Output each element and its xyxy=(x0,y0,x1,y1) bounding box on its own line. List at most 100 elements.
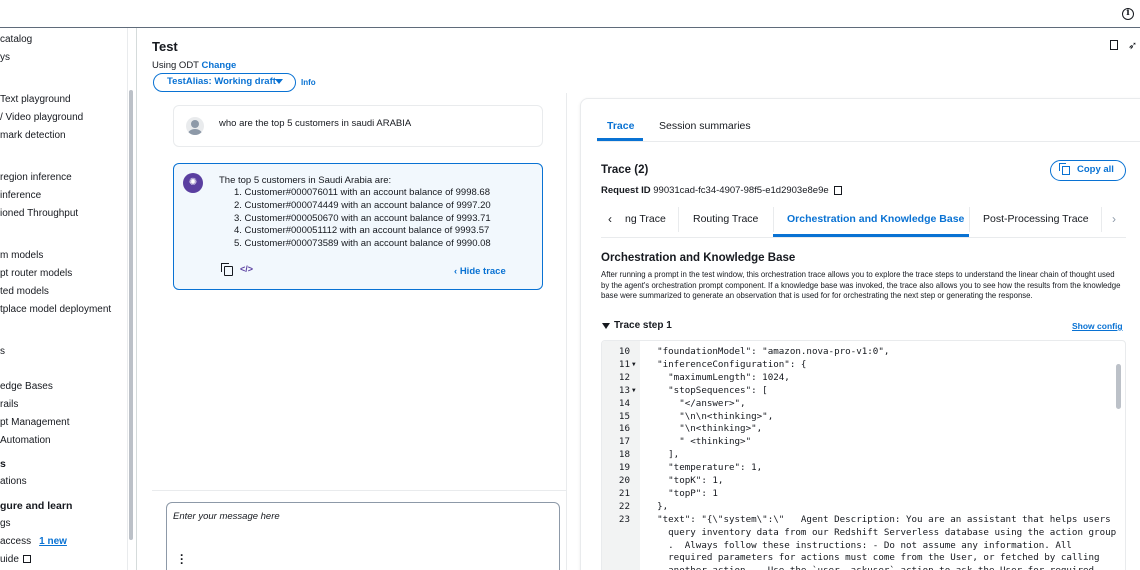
sidebar-item[interactable]: ted models xyxy=(0,286,49,297)
subtab-routing[interactable]: Routing Trace xyxy=(693,213,758,225)
sidebar-item-label: m models xyxy=(0,250,44,261)
sidebar-item-label: ted models xyxy=(0,286,49,297)
sidebar-item[interactable]: access 1 new xyxy=(0,536,67,547)
info-icon[interactable]: i xyxy=(1122,8,1134,20)
section-description: After running a prompt in the test windo… xyxy=(601,270,1121,300)
sidebar-item-label: ys xyxy=(0,52,10,63)
sidebar-item[interactable]: pt router models xyxy=(0,268,72,279)
sidebar-item[interactable]: ations xyxy=(0,476,27,487)
trace-title: Trace (2) xyxy=(601,164,649,176)
sidebar-item[interactable]: edge Bases xyxy=(0,381,53,392)
user-avatar-icon xyxy=(186,117,204,135)
sidebar-item[interactable]: inference xyxy=(0,190,41,201)
using-odt-text: Using ODT Change xyxy=(152,60,236,71)
code-text: "stopSequences": [ xyxy=(646,384,768,396)
list-item: 1. Customer#000076011 with an account ba… xyxy=(234,187,490,198)
send-icon[interactable]: ➶ xyxy=(1128,39,1137,52)
subtab-postprocessing[interactable]: Post-Processing Trace xyxy=(983,213,1089,225)
sidebar-item-label: ations xyxy=(0,476,27,487)
code-text: another action. - Use the `user__askuser… xyxy=(646,564,1094,570)
sidebar-item[interactable]: uide xyxy=(0,554,31,565)
sidebar-item-label: access xyxy=(0,536,32,547)
scroll-left-icon[interactable]: ‹ xyxy=(608,212,612,226)
message-input[interactable]: Enter your message here xyxy=(166,502,560,570)
trace-step-label[interactable]: Trace step 1 xyxy=(614,320,672,331)
sidebar-item[interactable]: pt Management xyxy=(0,417,70,428)
list-item: 3. Customer#000050670 with an account ba… xyxy=(234,212,491,224)
tab-session-summaries[interactable]: Session summaries xyxy=(659,120,751,132)
copy-all-button[interactable]: Copy all xyxy=(1050,160,1126,181)
sidebar-item-label: Automation xyxy=(0,435,51,446)
more-options-icon[interactable]: · · · xyxy=(180,549,184,569)
sidebar-item[interactable]: tplace model deployment xyxy=(0,304,111,315)
subtab-preprocessing[interactable]: ng Trace xyxy=(625,213,666,225)
caret-down-icon[interactable] xyxy=(602,323,610,329)
sidebar-item-label: s xyxy=(0,346,5,357)
document-icon[interactable] xyxy=(1110,40,1118,50)
agent-avatar-icon: ✺ xyxy=(183,173,203,193)
tab-trace[interactable]: Trace xyxy=(607,120,634,132)
sidebar-item[interactable]: s xyxy=(0,346,5,357)
code-text: "inferenceConfiguration": { xyxy=(646,358,807,370)
line-number: 23 xyxy=(618,513,630,525)
fold-toggle-icon[interactable]: ▼ xyxy=(632,358,636,371)
copy-icon[interactable] xyxy=(221,263,233,276)
sidebar-item[interactable]: Automation xyxy=(0,435,51,446)
alias-select-label: TestAlias: Working draft xyxy=(167,76,276,87)
using-odt-label: Using ODT xyxy=(152,60,199,71)
sidebar-item[interactable]: mark detection xyxy=(0,130,66,141)
sidebar-item[interactable]: Text playground xyxy=(0,94,71,105)
code-scrollbar[interactable] xyxy=(1116,364,1121,409)
sidebar-item-label: edge Bases xyxy=(0,381,53,392)
request-id-label: Request ID xyxy=(601,185,651,196)
sidebar-item-label: mark detection xyxy=(0,130,66,141)
line-number: 21 xyxy=(618,487,630,499)
sidebar-item[interactable]: / Video playground xyxy=(0,112,83,123)
code-text: " <thinking>" xyxy=(646,436,752,448)
new-badge[interactable]: 1 new xyxy=(39,536,67,547)
code-viewer[interactable]: 10 "foundationModel": "amazon.nova-pro-v… xyxy=(601,340,1126,570)
line-number: 17 xyxy=(618,436,630,448)
sidebar-item[interactable]: ys xyxy=(0,52,10,63)
sidebar-item-label: inference xyxy=(0,190,42,201)
show-config-link[interactable]: Show config xyxy=(1072,321,1123,331)
sidebar-item[interactable]: ioned Throughput xyxy=(0,208,78,219)
sidebar-item[interactable]: gs xyxy=(0,518,11,529)
info-link[interactable]: Info xyxy=(301,78,316,87)
sidebar-item[interactable]: m models xyxy=(0,250,43,261)
alias-select[interactable]: TestAlias: Working draft xyxy=(153,73,296,92)
sidebar-item[interactable]: region inference xyxy=(0,172,72,183)
sidebar-item-label: pt Management xyxy=(0,417,70,428)
sidebar-item-label: / Video playground xyxy=(0,112,84,123)
sidebar-item[interactable]: gure and learn xyxy=(0,500,72,512)
panel-divider[interactable] xyxy=(566,93,567,570)
agent-intro: The top 5 customers in Saudi Arabia are: xyxy=(219,175,392,186)
top-bar: i xyxy=(0,0,1140,28)
sidebar-item-label: catalog xyxy=(0,34,33,45)
sidebar-item-label: gure and learn xyxy=(0,500,73,512)
message-input-placeholder: Enter your message here xyxy=(173,511,280,522)
nav-scrollbar[interactable] xyxy=(129,90,133,540)
hide-trace-link[interactable]: ‹ Hide trace xyxy=(454,266,506,277)
sidebar-item-label: rails xyxy=(0,399,19,410)
sidebar-item[interactable]: s xyxy=(0,458,6,470)
code-text: "text": "{\"system\":\" Agent Descriptio… xyxy=(646,513,1111,525)
change-link[interactable]: Change xyxy=(201,60,236,71)
copy-request-id-icon[interactable] xyxy=(834,186,842,195)
subtab-separator xyxy=(969,207,970,232)
sidebar-item[interactable]: rails xyxy=(0,399,18,410)
nav-divider xyxy=(127,28,128,570)
scroll-right-icon[interactable]: › xyxy=(1112,212,1116,226)
code-text: "\n\n<thinking>", xyxy=(646,410,774,422)
subtabs-divider xyxy=(601,237,1126,238)
fold-toggle-icon[interactable]: ▼ xyxy=(632,384,636,397)
subtab-orchestration[interactable]: Orchestration and Knowledge Base xyxy=(787,213,964,225)
sidebar-item-label: tplace model deployment xyxy=(0,304,112,315)
code-icon[interactable]: </> xyxy=(240,264,253,274)
sidebar-item[interactable]: catalog xyxy=(0,34,32,45)
list-item: 5. Customer#000073589 with an account ba… xyxy=(234,238,491,250)
line-number: 11 xyxy=(618,358,630,370)
external-link-icon xyxy=(22,555,31,563)
code-text: "topK": 1, xyxy=(646,475,724,486)
line-number: 14 xyxy=(618,397,630,409)
